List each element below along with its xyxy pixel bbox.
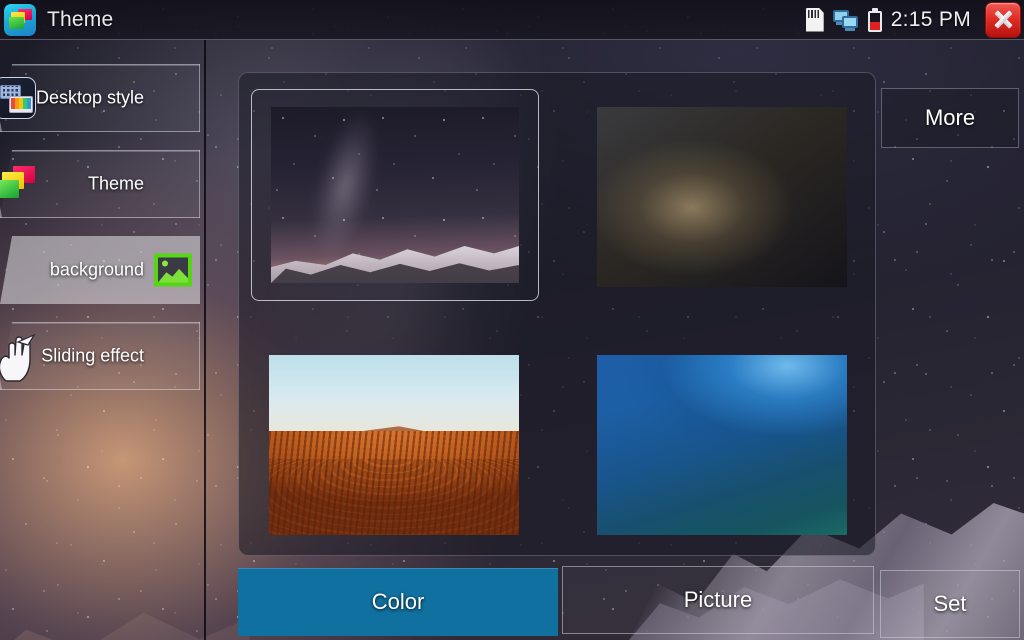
color-tab-button[interactable]: Color <box>238 568 558 636</box>
network-monitor-icon <box>832 9 859 31</box>
thumb-preview-image <box>597 355 847 535</box>
sidebar-item-label: Desktop style <box>35 87 144 108</box>
bottom-toolbar: Color Picture Set <box>0 564 1024 640</box>
sidebar-item-theme[interactable]: Theme <box>0 149 200 218</box>
sidebar-item-label: Theme <box>87 173 144 194</box>
sidebar-item-background[interactable]: background <box>0 236 200 304</box>
sidebar-item-desktop-style[interactable]: Desktop style <box>0 63 200 133</box>
sd-card-icon <box>805 7 824 32</box>
desktop-style-icon <box>0 77 36 119</box>
set-button-label: Set <box>933 591 967 616</box>
theme-cards-icon <box>0 163 36 205</box>
status-bar: 2:15 PM <box>805 1 1024 38</box>
sidebar-divider <box>204 40 206 640</box>
title-bar: Theme 2:15 PM <box>0 0 1024 40</box>
picture-button-label: Picture <box>683 587 753 612</box>
picture-icon <box>154 253 192 287</box>
picture-tab-button[interactable]: Picture <box>562 566 874 634</box>
wallpaper-thumb-dark-olive[interactable] <box>597 107 847 287</box>
close-icon[interactable] <box>985 1 1021 38</box>
wallpaper-thumb-blue-gradient[interactable] <box>597 355 847 535</box>
page-title: Theme <box>47 7 114 31</box>
set-button[interactable]: Set <box>880 570 1020 638</box>
thumb-preview-image <box>269 355 519 535</box>
hand-gesture-icon <box>0 333 36 382</box>
sidebar-item-label: background <box>49 259 144 280</box>
color-button-label: Color <box>371 589 425 614</box>
sidebar-item-label: Sliding effect <box>41 345 144 366</box>
wallpaper-grid-panel <box>238 72 876 556</box>
theme-app-icon <box>4 3 36 36</box>
wallpaper-thumb-desert-dune[interactable] <box>269 355 519 535</box>
battery-low-icon <box>867 7 882 32</box>
more-button[interactable]: More <box>881 88 1019 148</box>
thumb-preview-image <box>597 107 847 287</box>
sidebar: Desktop style Theme background Sliding e… <box>0 40 206 640</box>
clock-label: 2:15 PM <box>890 7 971 31</box>
wallpaper-thumb-starry-mountain[interactable] <box>251 89 539 301</box>
thumb-preview-image <box>271 107 519 283</box>
sidebar-item-sliding-effect[interactable]: Sliding effect <box>0 321 200 390</box>
more-button-label: More <box>924 105 976 130</box>
